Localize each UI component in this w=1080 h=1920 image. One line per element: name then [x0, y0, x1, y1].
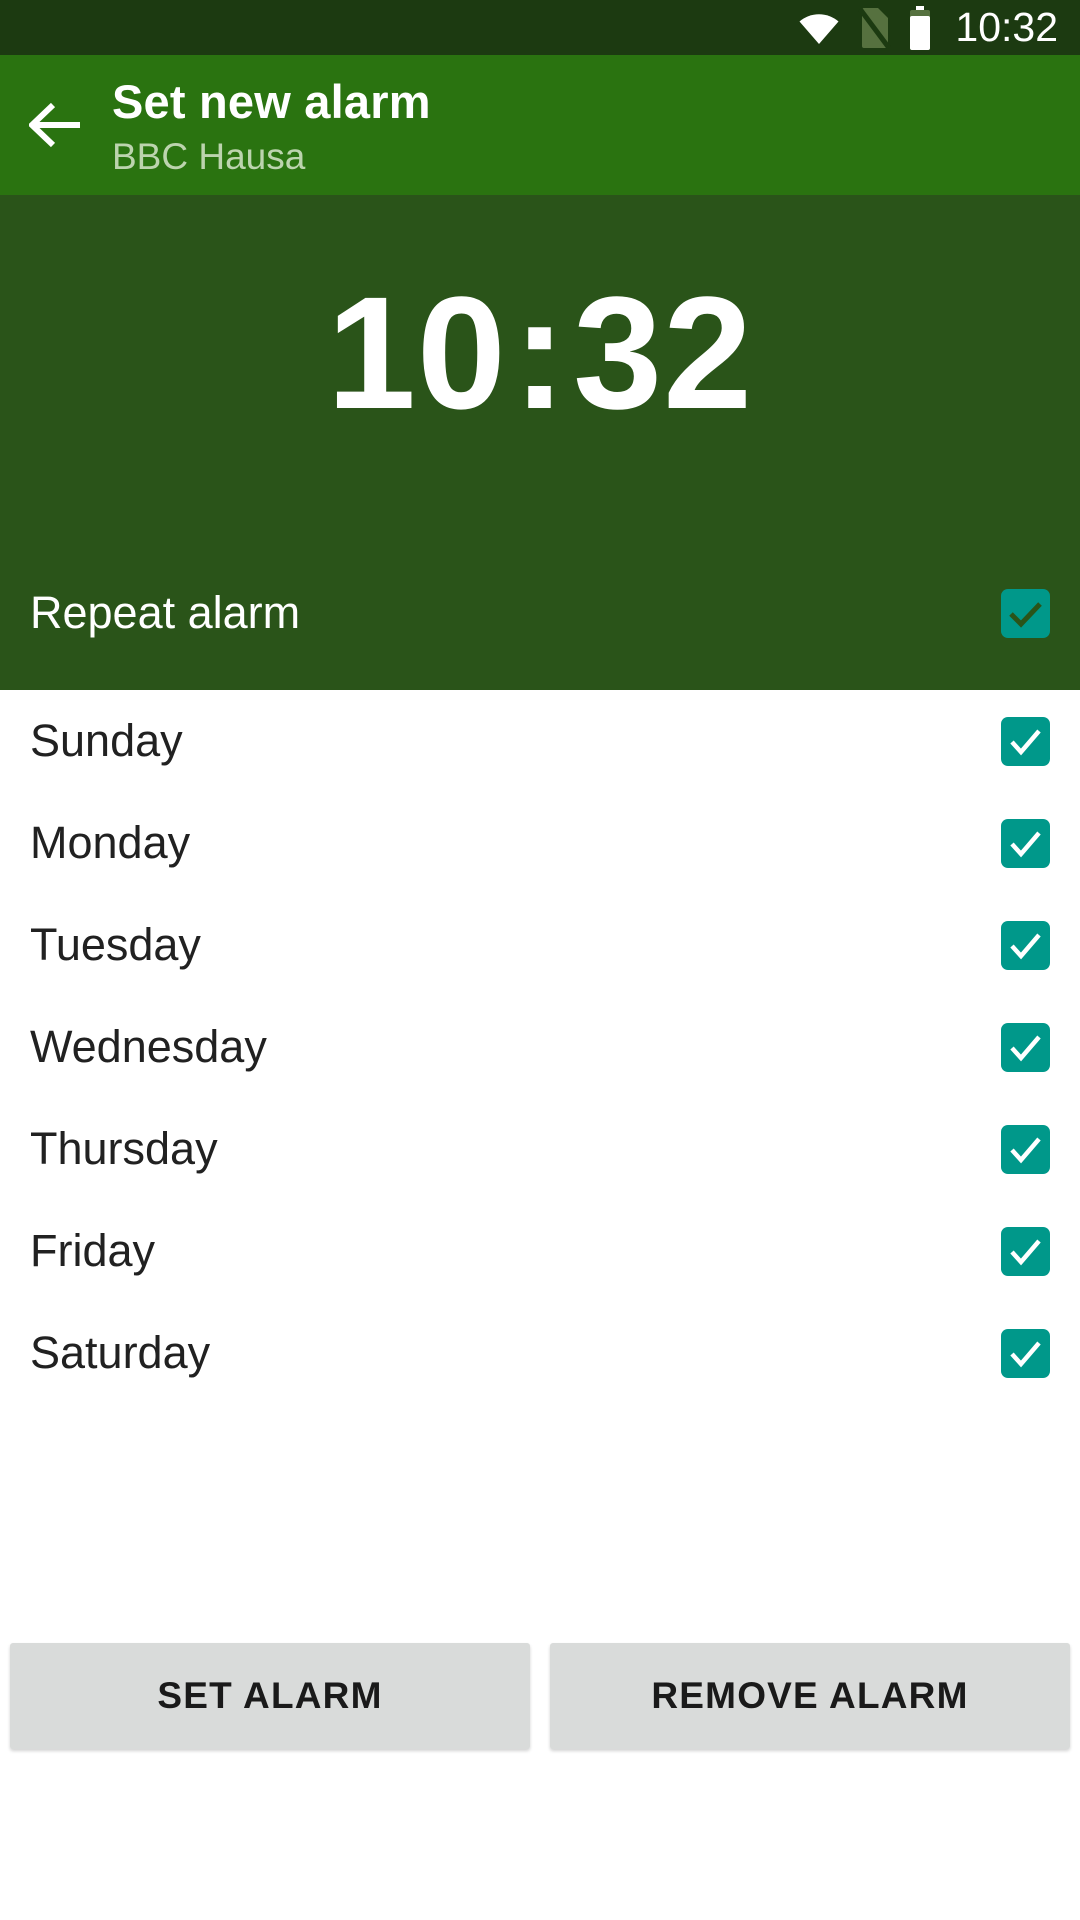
day-row-friday[interactable]: Friday — [0, 1200, 1080, 1302]
day-row-thursday[interactable]: Thursday — [0, 1098, 1080, 1200]
day-row-wednesday[interactable]: Wednesday — [0, 996, 1080, 1098]
alarm-hours[interactable]: 10 — [327, 263, 507, 442]
day-checkbox-sunday[interactable] — [1001, 716, 1050, 766]
day-checkbox-thursday[interactable] — [1001, 1124, 1050, 1174]
day-checkbox-tuesday[interactable] — [1001, 920, 1050, 970]
time-panel: 10:32 Repeat alarm — [0, 195, 1080, 690]
page-subtitle: BBC Hausa — [112, 136, 306, 178]
repeat-alarm-row[interactable]: Repeat alarm — [0, 565, 1080, 661]
status-bar-clock: 10:32 — [955, 4, 1058, 50]
battery-icon — [908, 5, 932, 50]
day-checkbox-monday[interactable] — [1001, 818, 1050, 868]
app-bar-text-block: Set new alarm BBC Hausa — [112, 55, 431, 195]
action-button-bar: SET ALARM REMOVE ALARM — [0, 1643, 1080, 1749]
day-row-tuesday[interactable]: Tuesday — [0, 894, 1080, 996]
day-checkbox-saturday[interactable] — [1001, 1328, 1050, 1378]
wifi-icon — [798, 11, 840, 45]
day-label: Thursday — [30, 1123, 218, 1174]
day-row-saturday[interactable]: Saturday — [0, 1302, 1080, 1404]
repeat-alarm-label: Repeat alarm — [30, 587, 301, 638]
alarm-time-display[interactable]: 10:32 — [0, 273, 1080, 433]
set-alarm-button[interactable]: SET ALARM — [10, 1643, 530, 1749]
page-title: Set new alarm — [112, 74, 431, 128]
repeat-alarm-checkbox[interactable] — [1001, 588, 1050, 638]
day-label: Sunday — [30, 715, 183, 766]
day-label: Wednesday — [30, 1021, 267, 1072]
day-row-monday[interactable]: Monday — [0, 792, 1080, 894]
status-bar: 10:32 — [0, 0, 1080, 55]
day-label: Saturday — [30, 1327, 211, 1378]
remove-alarm-button[interactable]: REMOVE ALARM — [550, 1643, 1070, 1749]
repeat-days-list: Sunday Monday Tuesday Wednesday Thursday… — [0, 690, 1080, 1404]
app-bar: Set new alarm BBC Hausa — [0, 55, 1080, 195]
day-checkbox-wednesday[interactable] — [1001, 1022, 1050, 1072]
alarm-minutes[interactable]: 32 — [573, 263, 753, 442]
day-row-sunday[interactable]: Sunday — [0, 690, 1080, 792]
back-arrow-icon — [27, 102, 83, 148]
day-label: Monday — [30, 817, 191, 868]
day-label: Tuesday — [30, 919, 201, 970]
day-label: Friday — [30, 1225, 156, 1276]
no-sim-card-icon — [857, 6, 892, 50]
day-checkbox-friday[interactable] — [1001, 1226, 1050, 1276]
alarm-settings-screen: 10:32 Set new alarm BBC Hausa 10:32 Repe… — [0, 0, 1080, 1920]
time-separator: : — [512, 263, 568, 442]
back-button[interactable] — [0, 55, 112, 195]
